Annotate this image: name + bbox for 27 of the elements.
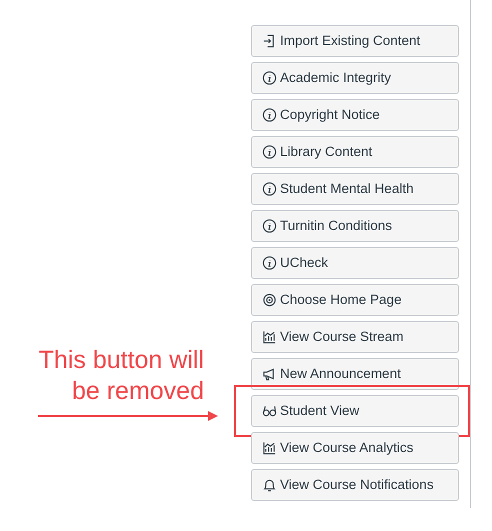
action-button[interactable]: UCheck (251, 247, 459, 279)
action-button[interactable]: Turnitin Conditions (251, 210, 459, 242)
target-icon (262, 292, 277, 308)
info-icon (262, 107, 277, 123)
action-button[interactable]: Library Content (251, 136, 459, 168)
info-icon (262, 181, 277, 197)
action-button[interactable]: Academic Integrity (251, 62, 459, 94)
action-button[interactable]: Student Mental Health (251, 173, 459, 205)
action-button[interactable]: Import Existing Content (251, 25, 459, 57)
import-icon (262, 33, 277, 49)
callout-text: This button will be removed (38, 345, 205, 407)
bell-icon (262, 477, 277, 493)
megaphone-icon (262, 366, 277, 382)
action-button[interactable]: View Course Analytics (251, 432, 459, 464)
chart-icon (262, 329, 277, 345)
action-button[interactable]: View Course Stream (251, 321, 459, 353)
action-button[interactable]: New Announcement (251, 358, 459, 390)
action-button[interactable]: Student View (251, 395, 459, 427)
info-icon (262, 70, 277, 86)
info-icon (262, 255, 277, 271)
glasses-icon (262, 403, 277, 419)
action-button[interactable]: Copyright Notice (251, 99, 459, 131)
action-button[interactable]: View Course Notifications (251, 469, 459, 501)
info-icon (262, 218, 277, 234)
info-icon (262, 144, 277, 160)
action-button[interactable]: Choose Home Page (251, 284, 459, 316)
chart-icon (262, 440, 277, 456)
